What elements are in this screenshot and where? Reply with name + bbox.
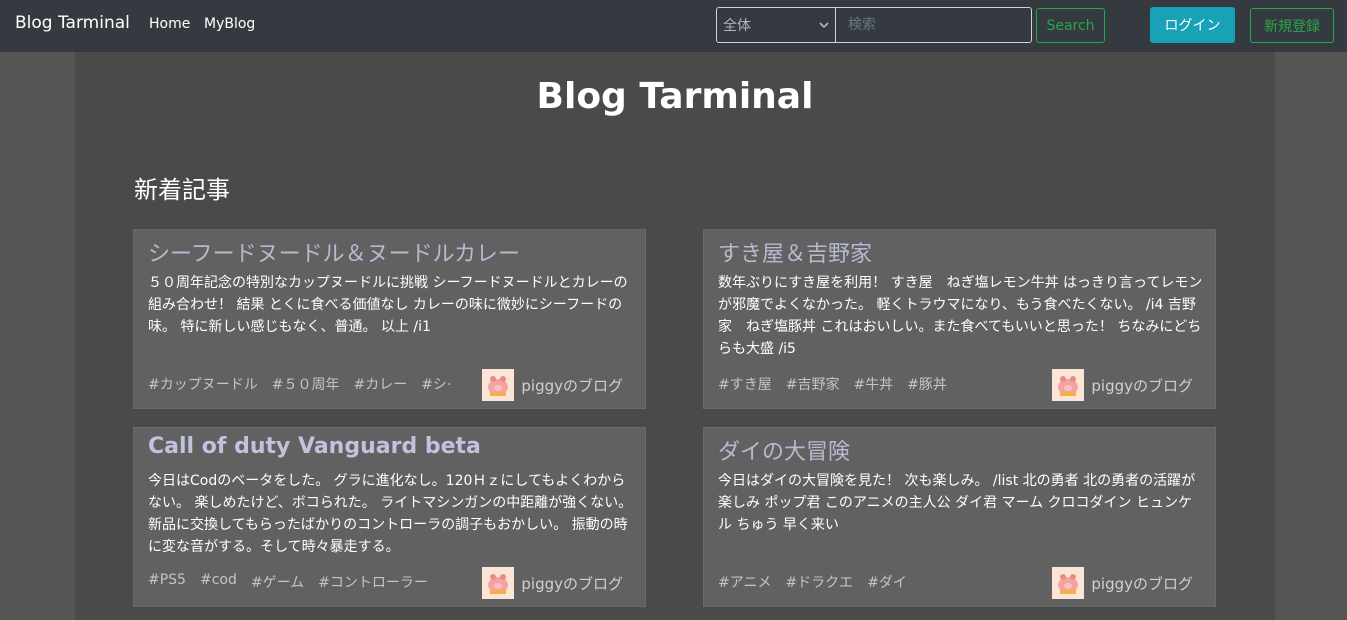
search-input[interactable] [835, 7, 1032, 43]
pig-avatar-icon [1058, 376, 1079, 396]
post-tags: #アニメ #ドラクエ #ダイ [718, 572, 1028, 592]
post-card[interactable]: すき屋＆吉野家 数年ぶりにすき屋を利用！ すき屋 ねぎ塩レモン牛丼 はっきり言っ… [703, 229, 1216, 409]
avatar [482, 369, 515, 401]
author-name: piggyのブログ [521, 574, 623, 593]
top-navbar: Blog Tarminal Home MyBlog 全体 Search ログイン… [0, 0, 1347, 52]
signup-button[interactable]: 新規登録 [1250, 8, 1334, 43]
post-tag[interactable]: #シ· [421, 374, 451, 394]
post-title[interactable]: すき屋＆吉野家 [718, 236, 872, 268]
post-author[interactable]: piggyのブログ [1052, 567, 1193, 599]
post-tag[interactable]: #吉野家 [786, 374, 840, 394]
section-title-new-posts: 新着記事 [134, 176, 230, 204]
post-card[interactable]: Call of duty Vanguard beta 今日はCodのベータをした… [133, 427, 646, 607]
post-excerpt: 今日はダイの大冒険を見た！ 次も楽しみ。 /list 北の勇者 北の勇者の活躍が… [718, 473, 1196, 533]
avatar [482, 567, 515, 599]
post-title[interactable]: ダイの大冒険 [718, 434, 850, 466]
post-excerpt: ５０周年記念の特別なカップヌードルに挑戦 シーフードヌードルとカレーの組み合わせ… [148, 275, 628, 335]
post-tag[interactable]: #牛丼 [853, 374, 893, 394]
post-tag[interactable]: #豚丼 [907, 374, 947, 394]
author-name: piggyのブログ [521, 376, 623, 395]
post-tag[interactable]: #PS5 [148, 572, 186, 592]
post-author[interactable]: piggyのブログ [482, 567, 623, 599]
search-category-select[interactable]: 全体 [716, 7, 836, 43]
post-author[interactable]: piggyのブログ [1052, 369, 1193, 401]
chevron-down-icon [819, 19, 829, 32]
avatar [1052, 369, 1085, 401]
nav-myblog-link[interactable]: MyBlog [204, 16, 255, 32]
search-button[interactable]: Search [1036, 8, 1105, 43]
page-title: Blog Tarminal [536, 76, 814, 117]
post-title[interactable]: Call of duty Vanguard beta [148, 434, 481, 459]
nav-home-link[interactable]: Home [149, 16, 190, 32]
pig-avatar-icon [488, 574, 509, 594]
post-tag[interactable]: #コントローラー [318, 572, 428, 592]
login-button[interactable]: ログイン [1150, 7, 1235, 43]
post-card[interactable]: シーフードヌードル＆ヌードルカレー ５０周年記念の特別なカップヌードルに挑戦 シ… [133, 229, 646, 409]
post-tag[interactable]: #ダイ [867, 572, 907, 592]
post-tag[interactable]: #ゲーム [251, 572, 304, 592]
brand-link[interactable]: Blog Tarminal [15, 13, 130, 33]
pig-avatar-icon [488, 376, 509, 396]
post-tag[interactable]: #カップヌードル [148, 374, 258, 394]
post-title[interactable]: シーフードヌードル＆ヌードルカレー [148, 236, 520, 268]
main-container: Blog Tarminal 新着記事 シーフードヌードル＆ヌードルカレー ５０周… [75, 52, 1275, 620]
post-tags: #カップヌードル #５０周年 #カレー #シ· [148, 374, 458, 394]
pig-avatar-icon [1058, 574, 1079, 594]
post-tag[interactable]: #アニメ [718, 572, 771, 592]
post-tag[interactable]: #５０周年 [272, 374, 340, 394]
post-tag[interactable]: #cod [200, 572, 237, 592]
post-tag[interactable]: #ドラクエ [785, 572, 853, 592]
post-tag[interactable]: #すき屋 [718, 374, 772, 394]
post-excerpt: 数年ぶりにすき屋を利用！ すき屋 ねぎ塩レモン牛丼 はっきり言ってレモンが邪魔で… [718, 275, 1203, 357]
post-author[interactable]: piggyのブログ [482, 369, 623, 401]
post-tag[interactable]: #カレー [353, 374, 407, 394]
post-tags: #PS5 #cod #ゲーム #コントローラー [148, 572, 458, 592]
search-category-value: 全体 [723, 18, 751, 34]
author-name: piggyのブログ [1091, 376, 1193, 395]
avatar [1052, 567, 1085, 599]
post-excerpt: 今日はCodのベータをした。 グラに進化なし。120Ｈｚにしてもよくわからない。… [148, 473, 633, 555]
author-name: piggyのブログ [1091, 574, 1193, 593]
post-card[interactable]: ダイの大冒険 今日はダイの大冒険を見た！ 次も楽しみ。 /list 北の勇者 北… [703, 427, 1216, 607]
post-tags: #すき屋 #吉野家 #牛丼 #豚丼 [718, 374, 1028, 394]
